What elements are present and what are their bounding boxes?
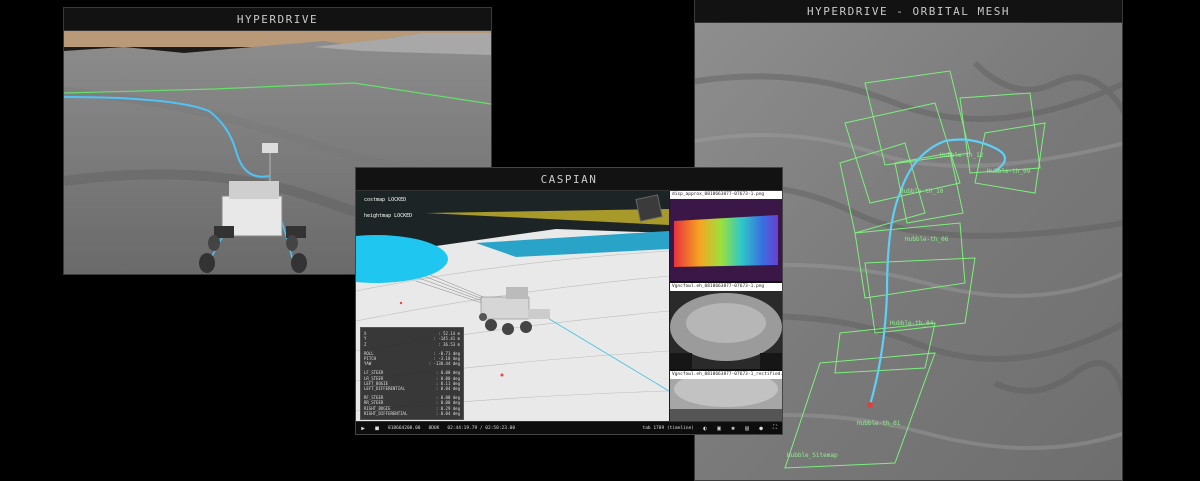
nav-image[interactable] <box>670 291 782 369</box>
time-readout: 02:44:19.79 / 02:58:23.00 <box>447 425 516 431</box>
hyperdrive-title: HYPERDRIVE <box>64 8 491 31</box>
hud-value: : -130.44 deg <box>428 361 460 367</box>
thumb-label-nav: Vgncfowl.eh_0818663877-07673-1.png <box>670 283 782 291</box>
telemetry-hud: X: 52.14 m Y: -145.41 m Z: 36.53 m ROLL:… <box>360 327 464 420</box>
disparity-image[interactable] <box>670 199 782 281</box>
speed-readout: 8DUK <box>428 425 440 431</box>
hud-key: RIGHT_DIFFERENTIAL <box>364 410 408 416</box>
orbital-label-2: Hubble-th_12 <box>940 152 984 159</box>
orbital-label-6: Hubble-th_01 <box>857 420 901 427</box>
thumb-label-disparity: disp_approx_0818663877-07673-1.png <box>670 191 782 199</box>
hud-value: : 0.04 deg <box>435 410 460 416</box>
frame-readout: 818664208.00 <box>388 425 421 431</box>
status-readout: tab 1789 (timeline) <box>642 425 694 431</box>
hud-value: : 0.04 deg <box>435 385 460 391</box>
image-panels: disp_approx_0818663877-07673-1.png Vgncf… <box>670 191 782 422</box>
orbital-label-5: Hubble-th_04 <box>890 320 934 327</box>
heightmap-lock-label: heightmap LOCKED <box>364 213 413 219</box>
orbital-label-7: Hubble_Sitemap <box>787 452 838 459</box>
settings-icon[interactable]: ✱ <box>730 425 736 432</box>
rover-position-marker <box>867 402 873 408</box>
hud-key: Z <box>364 341 367 347</box>
caspian-window: CASPIAN costmap LOCKED heightmap LOCKED … <box>355 167 783 435</box>
view-cube[interactable] <box>635 194 663 222</box>
record-icon[interactable]: ● <box>758 425 764 432</box>
orbital-label-4: Hubble-th_06 <box>905 236 949 243</box>
stop-icon[interactable]: ■ <box>374 425 380 432</box>
thumb-label-rectified: Vgncfowl.eh_0818663877-07673-1_rectified… <box>670 371 782 379</box>
camera-icon[interactable]: ▣ <box>716 425 722 432</box>
rectified-image[interactable] <box>670 379 782 422</box>
caspian-body: costmap LOCKED heightmap LOCKED X: 52.14… <box>356 191 782 422</box>
costmap-lock-label: costmap LOCKED <box>364 197 407 203</box>
orbital-mesh-title: HYPERDRIVE - ORBITAL MESH <box>695 0 1122 23</box>
caspian-title: CASPIAN <box>356 168 782 191</box>
playback-bar: ▶ ■ 818664208.00 8DUK 02:44:19.79 / 02:5… <box>356 421 782 434</box>
caspian-3d-view[interactable]: costmap LOCKED heightmap LOCKED X: 52.14… <box>356 191 669 422</box>
hud-key: YAW <box>364 361 372 367</box>
palette-icon[interactable]: ◐ <box>702 425 708 432</box>
orbital-label-3: Hubble-th_10 <box>900 188 944 195</box>
fullscreen-icon[interactable]: ⛶ <box>772 424 778 431</box>
play-icon[interactable]: ▶ <box>360 425 366 432</box>
hud-value: : 36.53 m <box>438 341 460 347</box>
hud-key: LEFT_DIFFERENTIAL <box>364 385 405 391</box>
orbital-label-1: Hubble-th_09 <box>987 168 1031 175</box>
layout-icon[interactable]: ▤ <box>744 425 750 432</box>
